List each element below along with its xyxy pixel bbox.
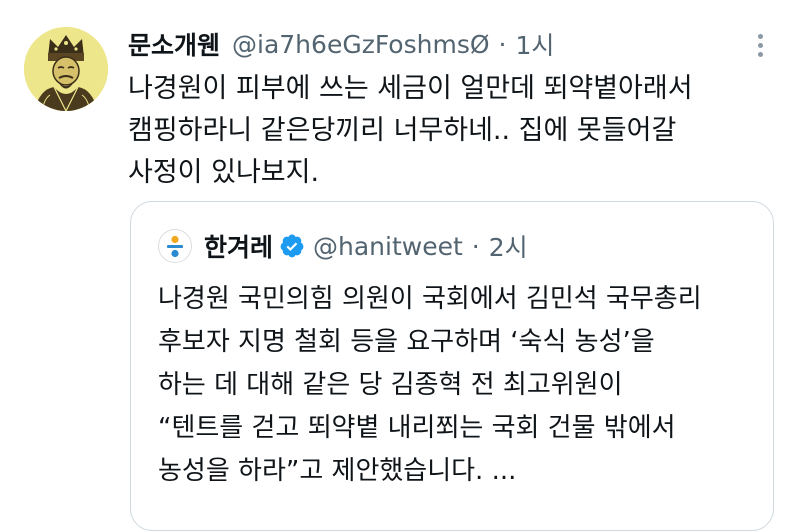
quoted-text-line: 나경원 국민의힘 의원이 국회에서 김민석 국무총리 xyxy=(158,284,702,314)
more-options-icon[interactable] xyxy=(748,30,772,60)
quoted-text-line: 농성을 하라”고 제안했습니다. ... xyxy=(158,456,517,486)
timestamp[interactable]: 1시 xyxy=(515,26,554,62)
king-portrait-icon xyxy=(24,27,108,111)
tweet-text-line: 사정이 있나보지. xyxy=(128,157,320,188)
verified-badge-icon xyxy=(280,234,304,258)
quoted-tweet[interactable]: 한겨레 @hanitweet · 2시 나경원 국민의힘 의원이 국회에서 김민… xyxy=(130,201,774,531)
display-name[interactable]: 문소개웬 xyxy=(128,26,220,62)
avatar[interactable] xyxy=(24,27,108,111)
quoted-text-line: 하는 데 대해 같은 당 김종혁 전 최고위원이 xyxy=(158,370,623,400)
quoted-text-line: 후보자 지명 철회 등을 요구하며 ‘숙식 농성’을 xyxy=(158,327,655,357)
tweet-text-line: 나경원이 피부에 쓰는 세금이 얼만데 뙤약볕아래서 xyxy=(128,73,693,104)
tweet[interactable]: 문소개웬 @ia7h6eGzFoshmsØ · 1시 나경원이 피부에 쓰는 세… xyxy=(0,0,800,531)
tweet-text-line: 캠핑하라니 같은당끼리 너무하네.. 집에 못들어갈 xyxy=(128,115,677,146)
tweet-text: 나경원이 피부에 쓰는 세금이 얼만데 뙤약볕아래서 캠핑하라니 같은당끼리 너… xyxy=(128,68,768,194)
quoted-display-name[interactable]: 한겨레 xyxy=(204,228,273,264)
quoted-timestamp[interactable]: 2시 xyxy=(489,228,528,264)
more-dot xyxy=(757,42,763,48)
tweet-header: 문소개웬 @ia7h6eGzFoshmsØ · 1시 xyxy=(128,26,554,62)
user-handle[interactable]: @ia7h6eGzFoshmsØ xyxy=(232,30,490,59)
quoted-tweet-header: 한겨레 @hanitweet · 2시 xyxy=(158,228,528,264)
hankyoreh-logo-icon[interactable] xyxy=(158,229,192,263)
separator-dot: · xyxy=(471,231,480,261)
more-dot xyxy=(757,33,763,39)
quoted-text-line: “텐트를 걷고 뙤약볕 내리쬐는 국회 건물 밖에서 xyxy=(158,413,676,443)
quoted-tweet-text: 나경원 국민의힘 의원이 국회에서 김민석 국무총리 후보자 지명 철회 등을 … xyxy=(158,278,758,493)
more-dot xyxy=(757,51,763,57)
separator-dot: · xyxy=(498,29,507,59)
quoted-user-handle[interactable]: @hanitweet xyxy=(313,232,463,261)
